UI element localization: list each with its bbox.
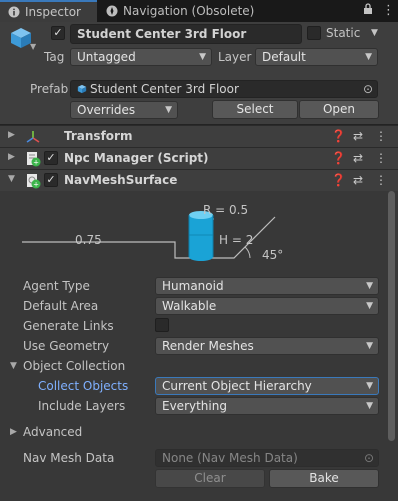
presets-icon[interactable]: ⇄ <box>353 129 363 143</box>
component-title: Npc Manager (Script) <box>64 151 209 165</box>
default-area-dropdown[interactable]: Walkable ▼ <box>155 297 379 315</box>
help-icon[interactable]: ❓ <box>331 129 346 143</box>
enabled-checkbox[interactable]: ✓ <box>44 173 58 187</box>
fold-open-icon[interactable]: ▼ <box>10 361 17 371</box>
compass-icon <box>106 5 118 17</box>
script-icon: + <box>27 152 41 167</box>
object-picker-icon[interactable]: ⊙ <box>364 450 374 466</box>
help-icon[interactable]: ❓ <box>331 173 346 187</box>
chevron-down-icon: ▼ <box>165 105 172 115</box>
layer-dropdown[interactable]: Default ▼ <box>255 48 378 66</box>
default-area-label: Default Area <box>23 299 99 313</box>
agent-diagram <box>22 211 276 261</box>
tab-navigation-label: Navigation (Obsolete) <box>123 4 255 18</box>
use-geometry-dropdown[interactable]: Render Meshes ▼ <box>155 337 379 355</box>
presets-icon[interactable]: ⇄ <box>353 173 363 187</box>
nav-mesh-data-field[interactable]: None (Nav Mesh Data) ⊙ <box>155 449 379 467</box>
collect-objects-value: Current Object Hierarchy <box>162 379 312 393</box>
active-checkbox[interactable]: ✓ <box>51 26 65 40</box>
generate-links-label: Generate Links <box>23 319 114 333</box>
tab-navigation[interactable]: Navigation (Obsolete) <box>98 0 328 22</box>
overrides-dropdown[interactable]: Overrides ▼ <box>70 101 178 119</box>
tag-value: Untagged <box>77 50 136 64</box>
object-name-field[interactable]: Student Center 3rd Floor <box>70 24 302 44</box>
enabled-checkbox[interactable]: ✓ <box>44 151 58 165</box>
chevron-down-icon: ▼ <box>366 281 373 291</box>
more-options-icon[interactable]: ⋮ <box>375 151 387 165</box>
nav-mesh-data-label: Nav Mesh Data <box>23 451 115 465</box>
navmesh-surface-icon: + <box>27 174 41 189</box>
include-layers-value: Everything <box>162 399 227 413</box>
select-button[interactable]: Select <box>212 100 298 119</box>
tab-bar: Inspector Navigation (Obsolete) ⋮ <box>0 0 398 22</box>
more-options-icon[interactable]: ⋮ <box>375 173 387 187</box>
info-icon <box>8 6 20 18</box>
nav-mesh-data-value: None (Nav Mesh Data) <box>162 451 298 465</box>
chevron-down-icon: ▼ <box>366 401 373 411</box>
overrides-label: Overrides <box>77 103 136 117</box>
object-picker-icon[interactable]: ⊙ <box>363 81 373 97</box>
svg-text:+: + <box>33 159 39 167</box>
object-header: ▼ ✓ Student Center 3rd Floor Static ▼ Ta… <box>0 22 398 125</box>
tab-inspector-label: Inspector <box>25 5 81 19</box>
svg-text:+: + <box>33 181 39 189</box>
chevron-down-icon: ▼ <box>366 301 373 311</box>
fold-closed-icon[interactable]: ▶ <box>8 130 15 140</box>
chevron-down-icon: ▼ <box>366 341 373 351</box>
agent-step-label: 0.75 <box>75 233 102 247</box>
generate-links-checkbox[interactable] <box>155 318 169 332</box>
agent-type-label: Agent Type <box>23 279 90 293</box>
prefab-field[interactable]: Student Center 3rd Floor ⊙ <box>70 80 378 98</box>
object-collection-label[interactable]: Object Collection <box>23 359 125 373</box>
bake-button[interactable]: Bake <box>269 469 379 488</box>
collect-objects-label: Collect Objects <box>38 379 129 393</box>
lock-icon[interactable] <box>363 3 373 19</box>
chevron-down-icon: ▼ <box>365 52 372 62</box>
agent-type-dropdown[interactable]: Humanoid ▼ <box>155 277 379 295</box>
agent-type-value: Humanoid <box>162 279 224 293</box>
more-options-icon[interactable]: ⋮ <box>382 3 395 18</box>
scrollbar[interactable] <box>385 191 398 501</box>
component-npc-manager[interactable]: ▶ + ✓ Npc Manager (Script) ❓ ⇄ ⋮ <box>0 147 398 169</box>
default-area-value: Walkable <box>162 299 217 313</box>
use-geometry-value: Render Meshes <box>162 339 254 353</box>
clear-button[interactable]: Clear <box>155 469 265 488</box>
scrollbar-thumb[interactable] <box>388 191 395 441</box>
agent-slope-label: 45° <box>262 248 284 262</box>
collect-objects-dropdown[interactable]: Current Object Hierarchy ▼ <box>155 377 379 395</box>
include-layers-dropdown[interactable]: Everything ▼ <box>155 397 379 415</box>
open-button[interactable]: Open <box>299 100 379 119</box>
tag-label: Tag <box>44 50 65 64</box>
component-title: NavMeshSurface <box>64 173 178 187</box>
help-icon[interactable]: ❓ <box>331 151 346 165</box>
component-title: Transform <box>64 129 133 143</box>
include-layers-label: Include Layers <box>38 399 126 413</box>
layer-label: Layer <box>218 50 252 64</box>
static-dropdown-icon[interactable]: ▼ <box>371 28 378 38</box>
tag-dropdown[interactable]: Untagged ▼ <box>70 48 212 66</box>
tab-inspector[interactable]: Inspector <box>0 0 97 22</box>
fold-closed-icon[interactable]: ▶ <box>8 152 15 162</box>
use-geometry-label: Use Geometry <box>23 339 110 353</box>
prefab-value: Student Center 3rd Floor <box>90 82 239 96</box>
agent-radius-label: R = 0.5 <box>203 203 249 217</box>
static-checkbox[interactable] <box>307 26 321 40</box>
more-options-icon[interactable]: ⋮ <box>375 129 387 143</box>
advanced-label[interactable]: Advanced <box>23 425 82 439</box>
transform-icon <box>26 131 40 143</box>
component-transform[interactable]: ▶ Transform ❓ ⇄ ⋮ <box>0 125 398 147</box>
static-label: Static <box>326 26 361 40</box>
fold-open-icon[interactable]: ▼ <box>8 174 15 184</box>
layer-value: Default <box>262 50 306 64</box>
chevron-down-icon: ▼ <box>199 52 206 62</box>
agent-height-label: H = 2 <box>219 233 254 247</box>
chevron-down-icon: ▼ <box>366 381 373 391</box>
component-navmeshsurface[interactable]: ▼ + ✓ NavMeshSurface ❓ ⇄ ⋮ <box>0 169 398 191</box>
presets-icon[interactable]: ⇄ <box>353 151 363 165</box>
prefab-cube-icon <box>77 84 87 94</box>
icon-dropdown-icon[interactable]: ▼ <box>30 42 36 51</box>
fold-closed-icon[interactable]: ▶ <box>10 427 17 437</box>
prefab-label: Prefab <box>30 82 69 96</box>
